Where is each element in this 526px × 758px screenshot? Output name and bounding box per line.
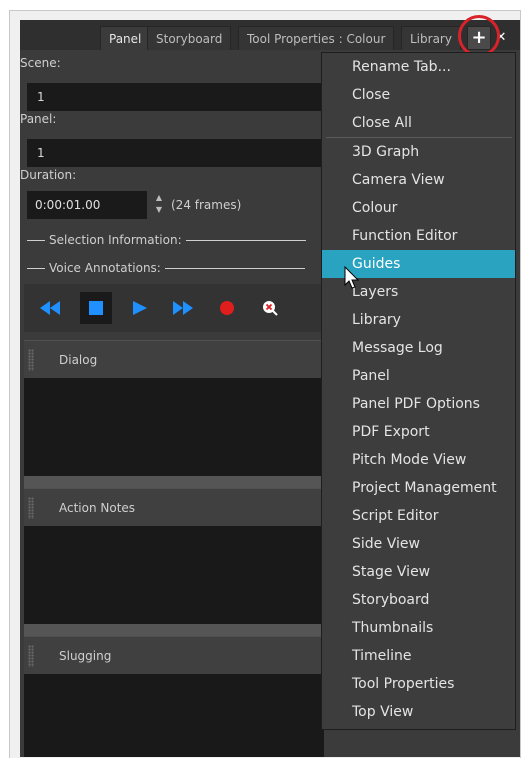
menu-item-pitch-mode-view[interactable]: Pitch Mode View bbox=[322, 446, 515, 474]
fast-forward-icon bbox=[173, 301, 193, 315]
fast-forward-button[interactable] bbox=[167, 292, 199, 324]
dialog-text-area[interactable] bbox=[24, 378, 324, 476]
play-button[interactable] bbox=[124, 292, 156, 324]
tab-bar: Panel Storyboard Tool Properties : Colou… bbox=[20, 20, 520, 50]
menu-item-script-editor[interactable]: Script Editor bbox=[322, 502, 515, 530]
voice-annotations-label: Voice Annotations: bbox=[49, 261, 161, 275]
panel-label: Panel: bbox=[20, 112, 57, 126]
scene-label: Scene: bbox=[20, 56, 61, 70]
stop-icon bbox=[89, 301, 103, 315]
mouse-pointer-icon bbox=[344, 266, 360, 289]
menu-item-top-view[interactable]: Top View bbox=[322, 698, 515, 726]
menu-item-side-view[interactable]: Side View bbox=[322, 530, 515, 558]
tab-tool-properties-colour[interactable]: Tool Properties : Colour bbox=[238, 26, 395, 50]
play-icon bbox=[133, 301, 147, 315]
drag-handle-icon[interactable] bbox=[28, 645, 34, 667]
menu-item-project-management[interactable]: Project Management bbox=[322, 474, 515, 502]
panel-field[interactable]: 1 bbox=[27, 139, 327, 167]
slugging-panel-header[interactable]: Slugging bbox=[24, 636, 324, 674]
section-divider bbox=[185, 239, 306, 241]
menu-item-tool-properties[interactable]: Tool Properties bbox=[322, 670, 515, 698]
action-notes-text-area[interactable] bbox=[24, 526, 324, 624]
menu-item-thumbnails[interactable]: Thumbnails bbox=[322, 614, 515, 642]
menu-item-close-all[interactable]: Close All bbox=[322, 109, 515, 137]
tab-library[interactable]: Library bbox=[401, 26, 461, 50]
selection-information-label: Selection Information: bbox=[49, 233, 182, 247]
drag-handle-icon[interactable] bbox=[28, 349, 34, 371]
annotation-circle bbox=[458, 15, 500, 57]
menu-item-timeline[interactable]: Timeline bbox=[322, 642, 515, 670]
slugging-text-area[interactable] bbox=[24, 674, 324, 757]
dialog-panel-header[interactable]: Dialog bbox=[24, 340, 324, 378]
drag-handle-icon[interactable] bbox=[28, 497, 34, 519]
menu-item-colour[interactable]: Colour bbox=[322, 194, 515, 222]
tab-context-menu: Rename Tab... Close Close All 3D Graph C… bbox=[321, 52, 516, 730]
menu-item-storyboard[interactable]: Storyboard bbox=[322, 586, 515, 614]
action-notes-title: Action Notes bbox=[59, 501, 136, 515]
menu-item-close[interactable]: Close bbox=[322, 81, 515, 109]
slugging-title: Slugging bbox=[59, 649, 112, 663]
menu-item-rename-tab[interactable]: Rename Tab... bbox=[322, 53, 515, 81]
section-divider bbox=[27, 239, 45, 241]
duration-field[interactable]: 0:00:01.00 bbox=[27, 191, 147, 219]
tab-storyboard[interactable]: Storyboard bbox=[147, 26, 232, 50]
stop-button[interactable] bbox=[80, 292, 112, 324]
frames-count: (24 frames) bbox=[171, 198, 242, 212]
dialog-title: Dialog bbox=[59, 353, 98, 367]
tab-panel[interactable]: Panel bbox=[100, 26, 151, 50]
voice-annotations-header: Voice Annotations: bbox=[27, 261, 305, 275]
selection-information-header: Selection Information: bbox=[27, 233, 306, 247]
menu-item-function-editor[interactable]: Function Editor bbox=[322, 222, 515, 250]
delete-sound-icon bbox=[263, 301, 278, 316]
menu-item-message-log[interactable]: Message Log bbox=[322, 334, 515, 362]
record-icon bbox=[220, 301, 234, 315]
section-divider bbox=[27, 267, 45, 269]
menu-item-pdf-export[interactable]: PDF Export bbox=[322, 418, 515, 446]
scene-field[interactable]: 1 bbox=[27, 83, 327, 111]
menu-item-panel-pdf-options[interactable]: Panel PDF Options bbox=[322, 390, 515, 418]
menu-item-3d-graph[interactable]: 3D Graph bbox=[322, 138, 515, 166]
rewind-button[interactable] bbox=[34, 292, 66, 324]
duration-stepper[interactable]: ▲ ▼ bbox=[154, 192, 164, 218]
rewind-icon bbox=[40, 301, 60, 315]
record-button[interactable] bbox=[211, 292, 243, 324]
menu-item-stage-view[interactable]: Stage View bbox=[322, 558, 515, 586]
action-notes-panel-header[interactable]: Action Notes bbox=[24, 488, 324, 526]
duration-label: Duration: bbox=[20, 168, 77, 182]
menu-item-library[interactable]: Library bbox=[322, 306, 515, 334]
voice-annotation-toolbar bbox=[24, 284, 324, 332]
menu-item-panel[interactable]: Panel bbox=[322, 362, 515, 390]
section-divider bbox=[164, 267, 305, 269]
delete-sound-button[interactable] bbox=[254, 292, 286, 324]
menu-item-camera-view[interactable]: Camera View bbox=[322, 166, 515, 194]
